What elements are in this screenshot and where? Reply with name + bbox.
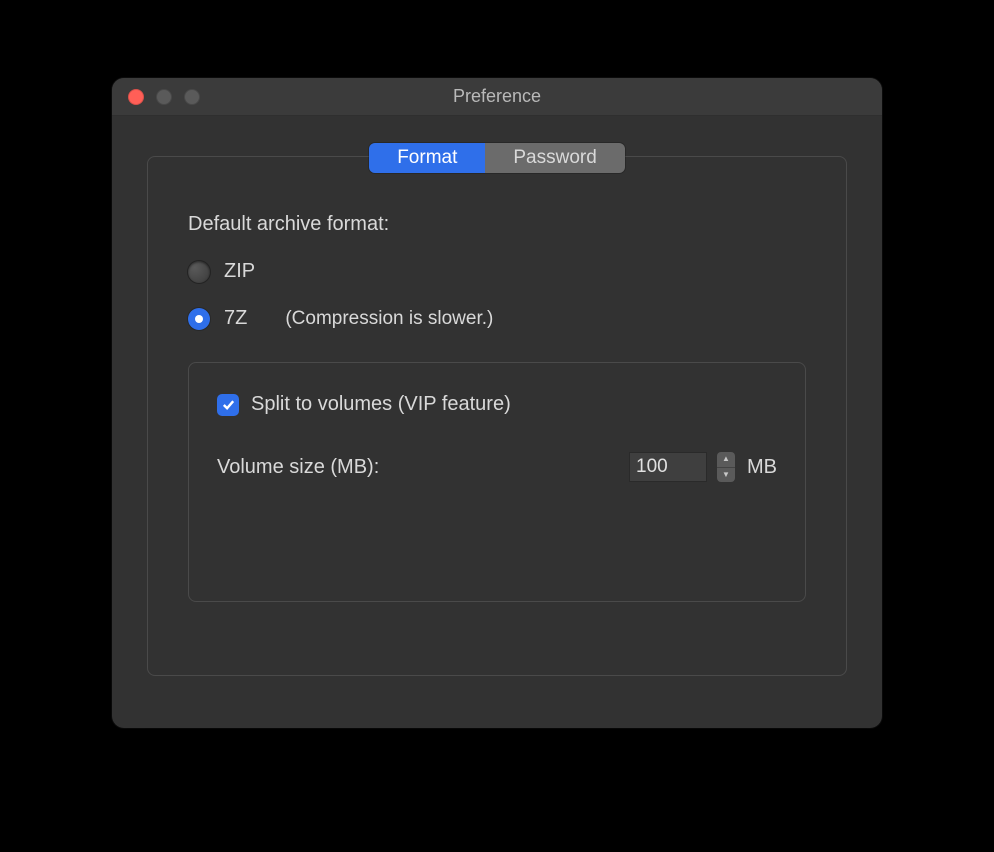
main-panel: Format Password Default archive format: … [147,156,847,676]
radio-dot-icon [195,315,203,323]
radio-row-7z[interactable]: 7Z (Compression is slower.) [188,307,806,330]
tab-content-format: Default archive format: ZIP 7Z (Compress… [188,213,806,602]
radio-zip-label: ZIP [224,260,255,283]
tab-group: Format Password [369,143,625,173]
minimize-icon[interactable] [156,89,172,105]
volume-size-row: Volume size (MB): ▲ ▼ MB [217,452,777,482]
split-volumes-group: Split to volumes (VIP feature) Volume si… [188,362,806,602]
default-archive-format-label: Default archive format: [188,213,806,236]
tab-password[interactable]: Password [485,143,624,173]
compression-hint: (Compression is slower.) [285,308,493,330]
volume-size-stepper[interactable]: ▲ ▼ [717,452,735,482]
tab-format[interactable]: Format [369,143,485,173]
split-checkbox[interactable] [217,394,239,416]
radio-zip[interactable] [188,261,210,283]
radio-row-zip[interactable]: ZIP [188,260,806,283]
volume-size-input[interactable] [629,452,707,482]
window-content: Format Password Default archive format: … [112,116,882,706]
stepper-down-icon[interactable]: ▼ [717,468,735,483]
preference-window: Preference Format Password Default archi… [112,78,882,728]
traffic-lights [112,89,200,105]
tab-control: Format Password [188,143,806,173]
titlebar: Preference [112,78,882,116]
stepper-up-icon[interactable]: ▲ [717,452,735,468]
radio-7z-label: 7Z [224,307,247,330]
close-icon[interactable] [128,89,144,105]
window-title: Preference [112,86,882,107]
volume-size-label: Volume size (MB): [217,456,619,479]
split-checkbox-label: Split to volumes (VIP feature) [251,393,511,416]
radio-7z[interactable] [188,308,210,330]
split-checkbox-row[interactable]: Split to volumes (VIP feature) [217,393,777,416]
volume-unit: MB [747,456,777,479]
maximize-icon[interactable] [184,89,200,105]
checkmark-icon [221,397,236,412]
